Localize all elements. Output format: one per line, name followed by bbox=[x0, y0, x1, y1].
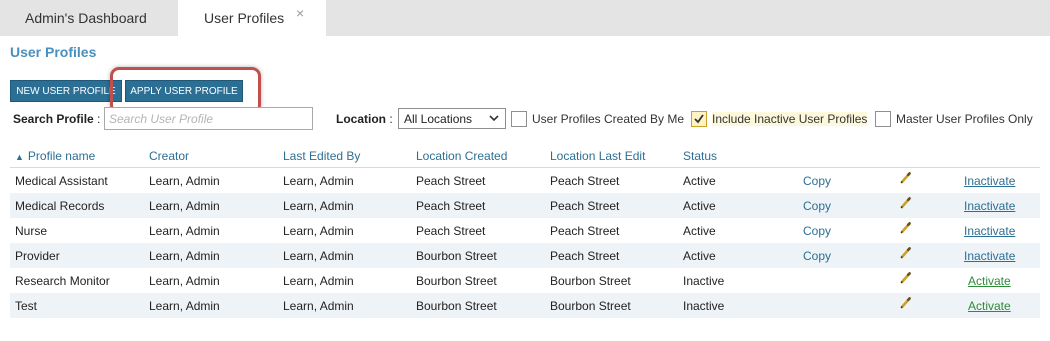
tab-label: Admin's Dashboard bbox=[25, 10, 147, 26]
cell-location-last-edit: Peach Street bbox=[550, 224, 620, 238]
copy-link[interactable]: Copy bbox=[803, 249, 831, 263]
cell-creator: Learn, Admin bbox=[149, 224, 220, 238]
cell-last-edited-by: Learn, Admin bbox=[283, 199, 354, 213]
header-location-created[interactable]: Location Created bbox=[416, 149, 507, 163]
table-body: Medical Assistant Learn, Admin Learn, Ad… bbox=[10, 168, 1040, 318]
checkbox-label: Include Inactive User Profiles bbox=[712, 112, 868, 126]
checkbox-box[interactable] bbox=[875, 111, 891, 127]
master-only-checkbox[interactable]: Master User Profiles Only bbox=[875, 110, 1033, 128]
cell-status: Inactive bbox=[683, 274, 725, 288]
cell-location-created: Peach Street bbox=[416, 199, 486, 213]
cell-location-last-edit: Bourbon Street bbox=[550, 299, 631, 313]
tab-bar: Admin's Dashboard User Profiles × bbox=[0, 0, 1050, 36]
table-row: Nurse Learn, Admin Learn, Admin Peach St… bbox=[10, 218, 1040, 243]
pencil-icon[interactable] bbox=[899, 221, 913, 238]
created-by-me-checkbox[interactable]: User Profiles Created By Me bbox=[511, 110, 684, 128]
cell-last-edited-by: Learn, Admin bbox=[283, 174, 354, 188]
tab-label: User Profiles bbox=[204, 10, 285, 26]
label-colon: : bbox=[389, 112, 393, 126]
checkmark-icon bbox=[694, 114, 704, 124]
cell-location-created: Bourbon Street bbox=[416, 249, 497, 263]
cell-location-last-edit: Bourbon Street bbox=[550, 274, 631, 288]
cell-profile-name: Nurse bbox=[15, 224, 48, 238]
table-header: ▲ Profile name Creator Last Edited By Loc… bbox=[10, 148, 1040, 168]
cell-creator: Learn, Admin bbox=[149, 274, 220, 288]
location-label-text: Location bbox=[336, 112, 386, 126]
search-profile-label-text: Search Profile bbox=[13, 112, 94, 126]
search-input[interactable] bbox=[104, 107, 313, 130]
cell-location-last-edit: Peach Street bbox=[550, 174, 620, 188]
pencil-icon[interactable] bbox=[899, 246, 913, 263]
activate-link[interactable]: Activate bbox=[968, 274, 1011, 288]
header-label: Profile name bbox=[27, 149, 96, 163]
cell-status: Active bbox=[683, 199, 716, 213]
cell-creator: Learn, Admin bbox=[149, 199, 220, 213]
cell-creator: Learn, Admin bbox=[149, 299, 220, 313]
copy-link[interactable]: Copy bbox=[803, 199, 831, 213]
header-status[interactable]: Status bbox=[683, 149, 717, 163]
table-row: Research Monitor Learn, Admin Learn, Adm… bbox=[10, 268, 1040, 293]
chevron-down-icon bbox=[488, 111, 500, 128]
cell-last-edited-by: Learn, Admin bbox=[283, 299, 354, 313]
cell-last-edited-by: Learn, Admin bbox=[283, 274, 354, 288]
checkbox-box[interactable] bbox=[691, 111, 707, 127]
table-row: Provider Learn, Admin Learn, Admin Bourb… bbox=[10, 243, 1040, 268]
header-last-edited-by[interactable]: Last Edited By bbox=[283, 149, 360, 163]
cell-creator: Learn, Admin bbox=[149, 174, 220, 188]
location-select-value: All Locations bbox=[404, 111, 473, 126]
pencil-icon[interactable] bbox=[899, 296, 913, 313]
cell-location-created: Bourbon Street bbox=[416, 274, 497, 288]
profiles-table: ▲ Profile name Creator Last Edited By Loc… bbox=[10, 148, 1040, 318]
pencil-icon[interactable] bbox=[899, 171, 913, 188]
cell-profile-name: Research Monitor bbox=[15, 274, 110, 288]
cell-creator: Learn, Admin bbox=[149, 249, 220, 263]
new-user-profile-button[interactable]: NEW USER PROFILE bbox=[10, 80, 122, 102]
search-profile-label: Search Profile : bbox=[13, 112, 100, 126]
cell-profile-name: Medical Assistant bbox=[15, 174, 108, 188]
checkbox-label: Master User Profiles Only bbox=[896, 112, 1033, 126]
table-row: Medical Records Learn, Admin Learn, Admi… bbox=[10, 193, 1040, 218]
cell-location-last-edit: Peach Street bbox=[550, 199, 620, 213]
checkbox-label: User Profiles Created By Me bbox=[532, 112, 685, 126]
activate-link[interactable]: Activate bbox=[968, 299, 1011, 313]
cell-status: Active bbox=[683, 224, 716, 238]
label-colon: : bbox=[97, 112, 101, 126]
tab-user-profiles[interactable]: User Profiles × bbox=[178, 0, 326, 36]
cell-last-edited-by: Learn, Admin bbox=[283, 224, 354, 238]
cell-profile-name: Medical Records bbox=[15, 199, 105, 213]
cell-location-created: Peach Street bbox=[416, 174, 486, 188]
cell-location-created: Peach Street bbox=[416, 224, 486, 238]
close-icon[interactable]: × bbox=[296, 5, 304, 21]
inactivate-link[interactable]: Inactivate bbox=[964, 199, 1015, 213]
tab-admins-dashboard[interactable]: Admin's Dashboard bbox=[0, 0, 178, 36]
header-creator[interactable]: Creator bbox=[149, 149, 189, 163]
inactivate-link[interactable]: Inactivate bbox=[964, 174, 1015, 188]
cell-profile-name: Provider bbox=[15, 249, 60, 263]
pencil-icon[interactable] bbox=[899, 271, 913, 288]
page-title: User Profiles bbox=[10, 44, 97, 60]
header-location-last-edit[interactable]: Location Last Edit bbox=[550, 149, 645, 163]
table-row: Medical Assistant Learn, Admin Learn, Ad… bbox=[10, 168, 1040, 193]
checkbox-box[interactable] bbox=[511, 111, 527, 127]
cell-location-created: Bourbon Street bbox=[416, 299, 497, 313]
sort-ascending-icon: ▲ bbox=[15, 152, 24, 162]
cell-status: Active bbox=[683, 174, 716, 188]
cell-last-edited-by: Learn, Admin bbox=[283, 249, 354, 263]
location-label: Location : bbox=[336, 112, 393, 126]
cell-profile-name: Test bbox=[15, 299, 38, 313]
include-inactive-checkbox[interactable]: Include Inactive User Profiles bbox=[691, 110, 868, 128]
inactivate-link[interactable]: Inactivate bbox=[964, 249, 1015, 263]
location-select[interactable]: All Locations bbox=[398, 108, 506, 129]
copy-link[interactable]: Copy bbox=[803, 174, 831, 188]
pencil-icon[interactable] bbox=[899, 196, 913, 213]
cell-status: Inactive bbox=[683, 299, 725, 313]
cell-status: Active bbox=[683, 249, 716, 263]
header-profile-name[interactable]: ▲ Profile name bbox=[15, 149, 95, 163]
inactivate-link[interactable]: Inactivate bbox=[964, 224, 1015, 238]
table-row: Test Learn, Admin Learn, Admin Bourbon S… bbox=[10, 293, 1040, 318]
cell-location-last-edit: Peach Street bbox=[550, 249, 620, 263]
copy-link[interactable]: Copy bbox=[803, 224, 831, 238]
